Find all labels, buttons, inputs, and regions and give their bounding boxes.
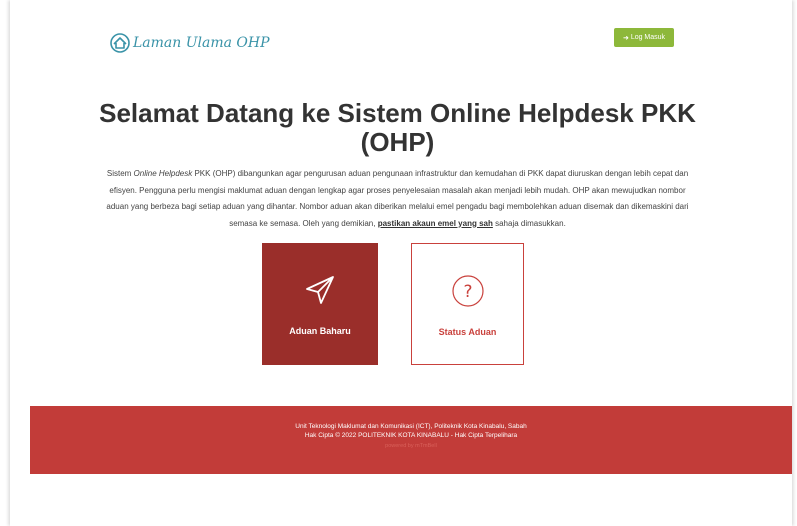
footer-copyright: Hak Cipta © 2022 POLITEKNIK KOTA KINABAL… [304, 432, 518, 439]
page-title: Selamat Datang ke Sistem Online Helpdesk… [99, 98, 696, 157]
email-notice-link: pastikan akaun emel yang sah [377, 218, 493, 228]
paper-plane-icon [306, 276, 334, 304]
desc-emphasis: Online Helpdesk [133, 169, 193, 178]
question-circle-icon: ? [451, 275, 484, 307]
new-complaint-label: Aduan Baharu [289, 326, 351, 336]
house-icon [110, 33, 130, 53]
login-label: Log Masuk [630, 34, 666, 41]
footer-unit: Unit Teknologi Maklumat dan Komunikasi (… [295, 423, 527, 430]
sign-in-icon: ➜ [622, 34, 629, 42]
intro-description: Sistem Online Helpdesk PKK (OHP) dibangu… [105, 166, 690, 232]
new-complaint-card[interactable]: Aduan Baharu [262, 243, 378, 365]
complaint-status-card[interactable]: ? Status Aduan [411, 243, 524, 365]
brand-logo[interactable]: Laman Ulama OHP [110, 33, 270, 53]
footer-powered-by: powered by mTmBell [385, 443, 437, 449]
footer: Unit Teknologi Maklumat dan Komunikasi (… [30, 406, 792, 474]
login-button[interactable]: ➜ Log Masuk [614, 28, 674, 47]
brand-name: Laman Ulama OHP [133, 35, 270, 51]
desc-text-1: Sistem [106, 169, 134, 178]
desc-text-3: sahaja dimasukkan. [492, 218, 566, 228]
svg-text:?: ? [463, 282, 472, 302]
complaint-status-label: Status Aduan [438, 327, 497, 337]
